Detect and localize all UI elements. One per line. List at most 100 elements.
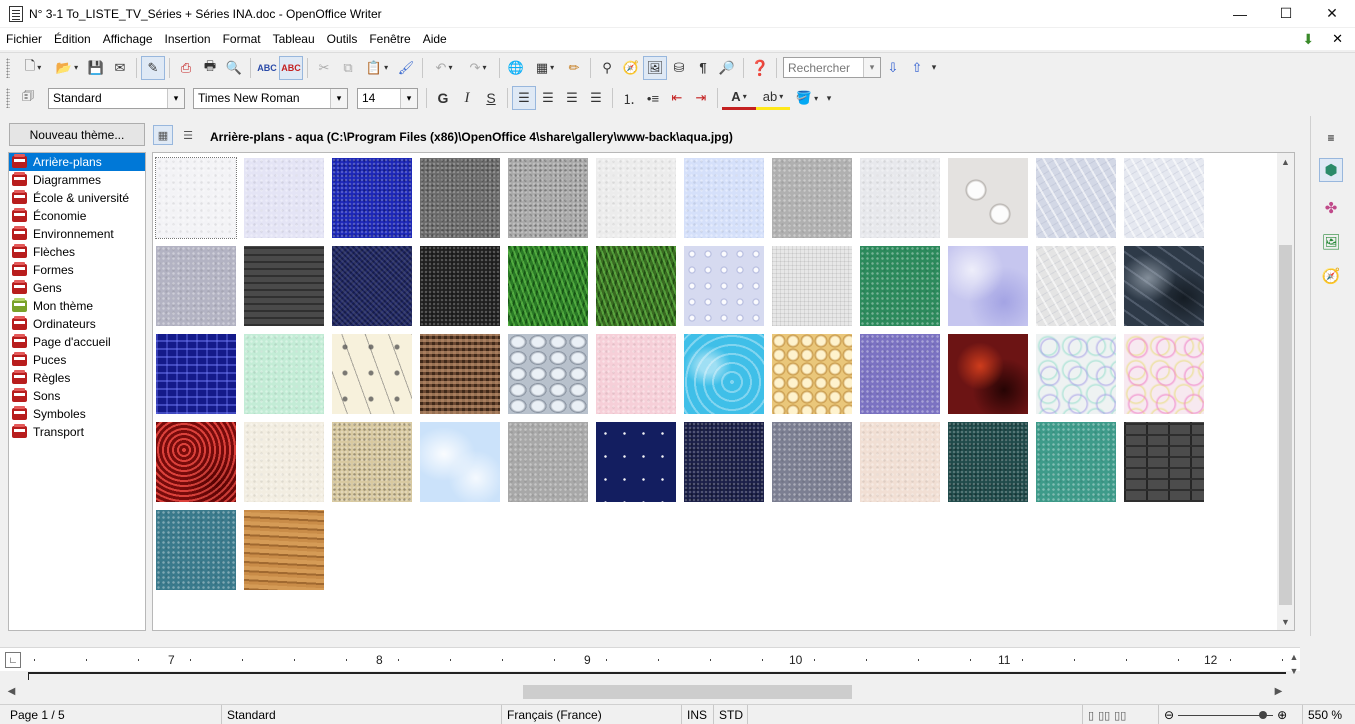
gallery-tile-teal[interactable] bbox=[1036, 422, 1116, 502]
table-icon[interactable]: ▦ bbox=[528, 56, 562, 80]
open-folder-icon[interactable]: 📂 bbox=[50, 56, 84, 80]
shadow-button[interactable]: S bbox=[479, 86, 503, 110]
gallery-tile-grey-sand[interactable] bbox=[772, 158, 852, 238]
autospellcheck-icon[interactable]: ABC bbox=[279, 55, 303, 80]
bold-button[interactable]: G bbox=[431, 86, 455, 110]
gallery-tile-stucco-grey[interactable] bbox=[508, 422, 588, 502]
font-size-select[interactable]: 14 ▾ bbox=[357, 87, 418, 109]
tab-stop-icon[interactable]: ∟ bbox=[5, 652, 21, 668]
undo-icon[interactable]: ↶ bbox=[427, 56, 461, 80]
save-icon[interactable]: 💾 bbox=[84, 56, 108, 80]
gallery-tile-pool-water[interactable] bbox=[684, 334, 764, 414]
chevron-down-icon[interactable]: ▾ bbox=[400, 88, 417, 108]
scroll-right-icon[interactable]: ▶ bbox=[1270, 683, 1287, 700]
gallery-tile-mint[interactable] bbox=[244, 334, 324, 414]
zoom-in-icon[interactable]: ⊕ bbox=[1277, 708, 1287, 722]
gallery-tile-music-notes[interactable] bbox=[332, 334, 412, 414]
toolbar-options-icon[interactable]: ▾ bbox=[929, 56, 939, 80]
gallery-vertical-scrollbar[interactable]: ▲ ▼ bbox=[1277, 153, 1294, 630]
print-preview-icon[interactable]: 🔍 bbox=[222, 56, 246, 80]
page-indicator[interactable]: Page 1 / 5 bbox=[5, 705, 222, 724]
theme-item[interactable]: Sons bbox=[9, 387, 145, 405]
search-input[interactable]: Rechercher ▾ bbox=[783, 57, 881, 78]
scroll-down-icon[interactable]: ▼ bbox=[1277, 613, 1294, 630]
decrease-indent-icon[interactable]: ⇤ bbox=[665, 86, 689, 110]
theme-item[interactable]: Puces bbox=[9, 351, 145, 369]
find-previous-icon[interactable]: ⇧ bbox=[905, 56, 929, 80]
gallery-tile-blue-marble[interactable] bbox=[1124, 246, 1204, 326]
gallery-tile-cream[interactable] bbox=[244, 422, 324, 502]
gallery-tile-paws[interactable] bbox=[948, 158, 1028, 238]
menu-outils[interactable]: Outils bbox=[321, 32, 364, 46]
export-pdf-icon[interactable]: ⎙ bbox=[174, 56, 198, 80]
gallery-tile-ice-blue[interactable] bbox=[684, 158, 764, 238]
menu-edition[interactable]: Édition bbox=[48, 32, 97, 46]
theme-item[interactable]: Page d'accueil bbox=[9, 333, 145, 351]
toolbar-grip[interactable] bbox=[6, 88, 10, 108]
data-sources-icon[interactable]: ⛁ bbox=[667, 56, 691, 80]
gallery-tile-blue-suede[interactable] bbox=[156, 510, 236, 590]
new-document-icon[interactable]: 🗋 bbox=[16, 56, 50, 80]
gallery-tile-concrete-dark[interactable] bbox=[420, 158, 500, 238]
toolbar-options-icon[interactable]: ▾ bbox=[824, 86, 834, 110]
icon-view-button[interactable]: ▦ bbox=[153, 125, 173, 145]
navigator-icon[interactable]: 🧭 bbox=[619, 56, 643, 80]
theme-item[interactable]: Formes bbox=[9, 261, 145, 279]
menu-insertion[interactable]: Insertion bbox=[159, 32, 217, 46]
gallery-tile-clouds-white[interactable] bbox=[860, 158, 940, 238]
scroll-left-icon[interactable]: ◀ bbox=[3, 683, 20, 700]
minimize-button[interactable]: — bbox=[1217, 0, 1263, 27]
spellcheck-icon[interactable]: ABC bbox=[255, 56, 279, 80]
gallery-tile-sand[interactable] bbox=[332, 422, 412, 502]
gallery-tile-red-lava[interactable] bbox=[948, 334, 1028, 414]
theme-item[interactable]: Environnement bbox=[9, 225, 145, 243]
theme-item[interactable]: Arrière-plans bbox=[9, 153, 145, 171]
theme-item[interactable]: Flèches bbox=[9, 243, 145, 261]
close-button[interactable]: ✕ bbox=[1309, 0, 1355, 27]
font-name-select[interactable]: Times New Roman ▾ bbox=[193, 87, 348, 109]
scroll-thumb[interactable] bbox=[523, 685, 852, 699]
gallery-tile-charcoal[interactable] bbox=[244, 246, 324, 326]
chevron-down-icon[interactable]: ▾ bbox=[330, 88, 347, 108]
gallery-tile-water-drops[interactable] bbox=[684, 246, 764, 326]
gallery-tile-slate-stucco[interactable] bbox=[772, 422, 852, 502]
gallery-deck-icon[interactable]: 🖼 bbox=[1319, 230, 1343, 254]
zoom-slider[interactable]: ⊖ ⊕ bbox=[1159, 705, 1303, 724]
print-icon[interactable]: 🖶 bbox=[198, 56, 222, 80]
gallery-tile-starry-night[interactable] bbox=[596, 422, 676, 502]
gallery-tile-aqua[interactable] bbox=[155, 157, 237, 239]
gallery-icon[interactable]: 🖼 bbox=[643, 55, 667, 80]
hyperlink-icon[interactable]: 🌐 bbox=[504, 56, 528, 80]
gallery-tile-frost[interactable] bbox=[1124, 158, 1204, 238]
language-indicator[interactable]: Français (France) bbox=[502, 705, 682, 724]
gallery-tile-violet[interactable] bbox=[860, 334, 940, 414]
horizontal-ruler[interactable]: ∟ 7 8 9 10 11 12 bbox=[0, 647, 1300, 671]
paragraph-style-select[interactable]: Standard ▾ bbox=[48, 87, 185, 109]
gallery-tile-rings-pastel[interactable] bbox=[1036, 334, 1116, 414]
help-icon[interactable]: ❓ bbox=[748, 56, 772, 80]
numbering-icon[interactable]: ⒈ bbox=[617, 86, 641, 110]
gallery-tile-canvas-white[interactable] bbox=[772, 246, 852, 326]
gallery-tile-pink[interactable] bbox=[596, 334, 676, 414]
bullets-icon[interactable]: •≡ bbox=[641, 86, 665, 110]
gallery-tile-blizzard[interactable] bbox=[244, 158, 324, 238]
menu-tableau[interactable]: Tableau bbox=[267, 32, 321, 46]
multi-page-view-icon[interactable]: ▯▯ bbox=[1098, 709, 1110, 722]
gallery-tile-navy-stucco[interactable] bbox=[684, 422, 764, 502]
gallery-tile-blue-dust[interactable] bbox=[332, 158, 412, 238]
theme-item[interactable]: Ordinateurs bbox=[9, 315, 145, 333]
paste-icon[interactable]: 📋 bbox=[360, 56, 394, 80]
navigator-deck-icon[interactable]: 🧭 bbox=[1319, 264, 1343, 288]
gallery-tile-stones[interactable] bbox=[508, 334, 588, 414]
find-next-icon[interactable]: ⇩ bbox=[881, 56, 905, 80]
ruler-scroll-icon[interactable]: ▲ ▼ bbox=[1287, 650, 1301, 680]
increase-indent-icon[interactable]: ⇥ bbox=[689, 86, 713, 110]
gallery-tile-navy-weave[interactable] bbox=[332, 246, 412, 326]
edit-mode-icon[interactable]: ✎ bbox=[141, 55, 165, 80]
gallery-tile-grass[interactable] bbox=[508, 246, 588, 326]
theme-item[interactable]: Symboles bbox=[9, 405, 145, 423]
update-available-icon[interactable]: ⬇ bbox=[1302, 31, 1314, 48]
formatting-marks-icon[interactable]: ¶ bbox=[691, 56, 715, 80]
new-theme-button[interactable]: Nouveau thème... bbox=[9, 123, 145, 146]
gallery-tile-sky[interactable] bbox=[420, 422, 500, 502]
